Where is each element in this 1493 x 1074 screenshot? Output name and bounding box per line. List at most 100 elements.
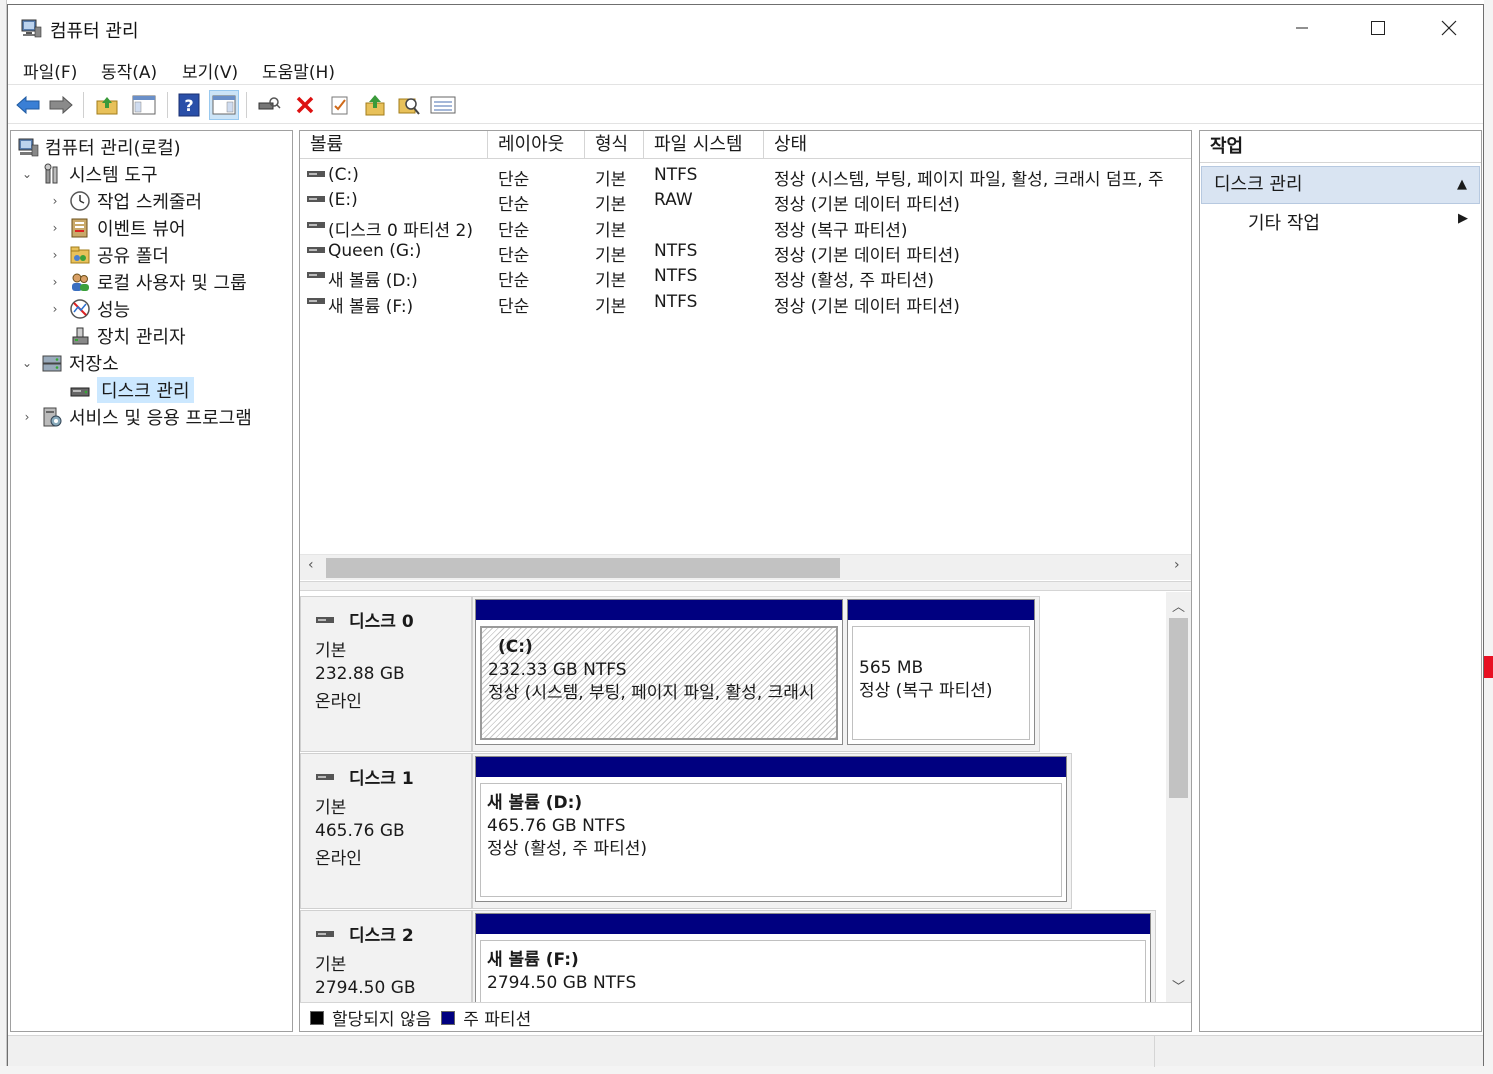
menu-help[interactable]: 도움말(H) [262, 58, 335, 83]
volume-row[interactable]: 새 볼륨 (D:) 단순 기본 NTFS 정상 (활성, 주 파티션) [300, 264, 1191, 292]
partition-f[interactable]: 새 볼륨 (F:) 2794.50 GB NTFS [475, 913, 1151, 1002]
tree-item-event-viewer[interactable]: › 이벤트 뷰어 [47, 215, 186, 241]
desktop-background-bottom [0, 1066, 1493, 1074]
disk-drive-icon [316, 930, 334, 937]
column-header-status[interactable]: 상태 [764, 131, 1191, 159]
scroll-down-icon[interactable]: ﹀ [1172, 976, 1185, 995]
tree-item-computer-management[interactable]: 컴퓨터 관리(로컬) [17, 134, 181, 160]
maximize-button[interactable] [1343, 5, 1413, 51]
shared-folder-icon [70, 246, 90, 264]
volume-cell-status: 정상 (복구 파티션) [774, 220, 908, 241]
computer-management-icon [21, 19, 42, 38]
pane-splitter[interactable] [300, 581, 1191, 591]
chevron-right-icon[interactable]: › [47, 302, 63, 316]
disk-1-name-row: 디스크 1 [315, 764, 471, 789]
list-view-button[interactable] [428, 90, 458, 120]
tree-item-services-applications[interactable]: › 서비스 및 응용 프로그램 [19, 404, 252, 430]
help-icon: ? [178, 93, 200, 117]
scroll-left-icon[interactable]: ‹ [308, 557, 314, 573]
disk-state: 온라인 [315, 692, 362, 712]
volume-cell-type: 기본 [595, 195, 627, 216]
minimize-button[interactable] [1267, 5, 1337, 51]
search-folder-icon [398, 98, 420, 115]
folder-up-icon [96, 97, 118, 115]
help-button[interactable]: ? [174, 90, 204, 120]
volume-row[interactable]: (디스크 0 파티션 2) 단순 기본 정상 (복구 파티션) [300, 214, 1191, 241]
volume-row[interactable]: Queen (G:) 단순 기본 NTFS 정상 (기본 데이터 파티션) [300, 239, 1191, 266]
horizontal-scrollbar[interactable]: ‹ › [300, 554, 1191, 580]
volume-cell-volume: (E:) [328, 190, 358, 211]
partition-recovery[interactable]: 565 MB 정상 (복구 파티션) [847, 599, 1035, 745]
tree-item-device-manager[interactable]: 장치 관리자 [47, 323, 186, 349]
disk-1-info[interactable]: 디스크 1 기본 465.76 GB 온라인 [300, 753, 472, 909]
legend-label: 주 파티션 [463, 1010, 532, 1030]
volume-cell-type: 기본 [595, 220, 627, 241]
scrollbar-thumb[interactable] [326, 558, 840, 578]
column-header-volume[interactable]: 볼륨 [300, 131, 488, 159]
chevron-right-icon[interactable]: › [47, 194, 63, 208]
chevron-right-icon[interactable]: › [47, 275, 63, 289]
chevron-down-icon[interactable]: ⌄ [19, 167, 35, 181]
column-header-filesystem[interactable]: 파일 시스템 [644, 131, 764, 159]
export-button[interactable] [360, 90, 390, 120]
partition-d[interactable]: 새 볼륨 (D:) 465.76 GB NTFS 정상 (활성, 주 파티션) [475, 756, 1067, 902]
menu-action[interactable]: 동작(A) [101, 58, 157, 83]
show-hide-action-pane-button[interactable] [209, 90, 239, 120]
chevron-right-icon[interactable]: › [47, 221, 63, 235]
search-button[interactable] [394, 90, 424, 120]
delete-icon [296, 96, 314, 114]
tree-item-disk-management[interactable]: 디스크 관리 [47, 377, 194, 403]
close-icon [1441, 20, 1457, 36]
action-section-label: 디스크 관리 [1214, 174, 1303, 195]
chevron-down-icon[interactable]: ⌄ [19, 356, 35, 370]
partition-c[interactable]: (C:) 232.33 GB NTFS 정상 (시스템, 부팅, 페이지 파일,… [475, 599, 843, 745]
delete-button[interactable] [290, 90, 320, 120]
properties-button[interactable] [325, 90, 355, 120]
tree-item-task-scheduler[interactable]: › 작업 스케줄러 [47, 188, 202, 214]
volume-row[interactable]: (E:) 단순 기본 RAW 정상 (기본 데이터 파티션) [300, 188, 1191, 216]
volume-cell-layout: 단순 [498, 170, 530, 190]
volume-list-header: 볼륨 레이아웃 형식 파일 시스템 상태 [300, 131, 1191, 159]
event-viewer-icon [71, 218, 88, 238]
disk-state: 온라인 [315, 849, 362, 869]
tree-item-shared-folders[interactable]: › 공유 폴더 [47, 242, 169, 268]
volume-row[interactable]: 새 볼륨 (F:) 단순 기본 NTFS 정상 (기본 데이터 파티션) [300, 290, 1191, 317]
close-button[interactable] [1414, 5, 1484, 51]
disk-2-info[interactable]: 디스크 2 기본 2794.50 GB [300, 910, 472, 1002]
menu-view[interactable]: 보기(V) [182, 58, 238, 83]
menu-file[interactable]: 파일(F) [23, 58, 77, 83]
action-pane-icon [212, 95, 236, 115]
vertical-scrollbar[interactable]: ︿ ﹀ [1166, 592, 1191, 1002]
tree-item-system-tools[interactable]: ⌄ 시스템 도구 [19, 161, 158, 187]
tools-icon [44, 163, 58, 184]
collapse-arrow-icon[interactable]: ▲ [1457, 167, 1467, 203]
partition-size: 465.76 GB NTFS [487, 816, 626, 836]
action-section-disk-management[interactable]: 디스크 관리 ▲ [1201, 166, 1480, 204]
storage-icon [42, 355, 62, 372]
column-header-layout[interactable]: 레이아웃 [488, 131, 585, 159]
maximize-icon [1371, 21, 1385, 35]
back-arrow-icon [16, 95, 40, 115]
scrollbar-thumb[interactable] [1169, 618, 1188, 798]
tree-item-storage[interactable]: ⌄ 저장소 [19, 350, 119, 376]
column-header-type[interactable]: 형식 [585, 131, 644, 159]
tree-item-performance[interactable]: › 성능 [47, 296, 130, 322]
back-button[interactable] [13, 90, 43, 120]
scroll-up-icon[interactable]: ︿ [1172, 596, 1185, 615]
scroll-right-icon[interactable]: › [1174, 557, 1180, 573]
volume-icon [307, 221, 325, 228]
disk-0-info[interactable]: 디스크 0 기본 232.88 GB 온라인 [300, 596, 472, 752]
partition-body: 새 볼륨 (D:) 465.76 GB NTFS 정상 (활성, 주 파티션) [480, 783, 1062, 897]
up-folder-button[interactable] [92, 90, 122, 120]
connect-virtual-disk-button[interactable] [254, 90, 284, 120]
partition-size: 565 MB [859, 658, 924, 678]
show-hide-console-tree-button[interactable] [129, 90, 159, 120]
volume-row[interactable]: (C:) 단순 기본 NTFS 정상 (시스템, 부팅, 페이지 파일, 활성, 크래시… [300, 163, 1191, 190]
chevron-right-icon[interactable]: › [19, 410, 35, 424]
forward-button[interactable] [46, 90, 76, 120]
chevron-right-icon[interactable]: › [47, 248, 63, 262]
tree-item-local-users-groups[interactable]: › 로컬 사용자 및 그룹 [47, 269, 247, 295]
action-more-actions[interactable]: 기타 작업 [1248, 209, 1320, 235]
tree-label: 이벤트 뷰어 [97, 219, 186, 240]
volume-cell-volume: 새 볼륨 (D:) [328, 271, 418, 292]
